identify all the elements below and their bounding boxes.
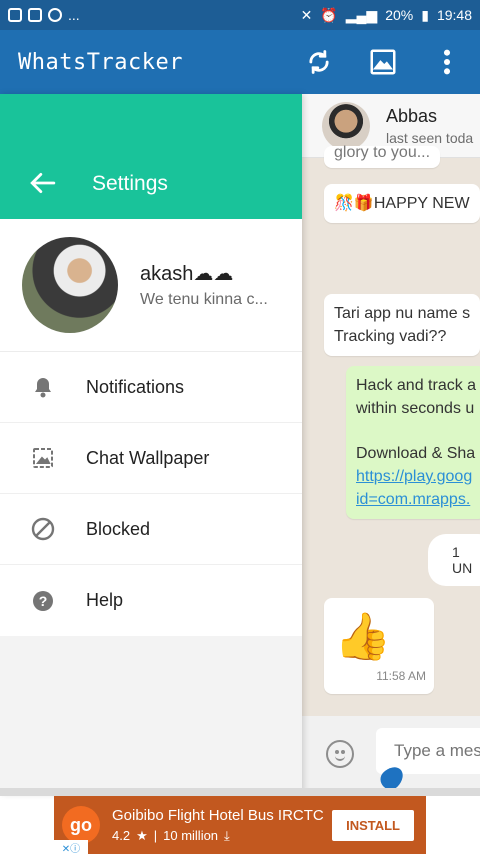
message-text: glory to you... <box>334 144 431 161</box>
battery-percent: 20% <box>385 7 414 23</box>
message-bubble[interactable]: 👍 11:58 AM <box>324 598 434 694</box>
divider <box>0 788 480 796</box>
chat-panel: Abbas last seen toda glory to you... 🎊🎁H… <box>302 94 480 794</box>
signal-icon: ▂▄▆ <box>345 6 378 23</box>
message-link[interactable]: id=com.mrapps. <box>356 488 476 511</box>
ad-logo: go <box>62 806 100 844</box>
menu-item-help[interactable]: ? Help <box>0 565 302 636</box>
adchoices-icon[interactable]: ✕ⓘ <box>54 840 88 854</box>
star-icon: ★ <box>136 827 148 843</box>
block-icon <box>30 516 56 542</box>
status-bar: ... ✕ ⏰ ▂▄▆ 20% ▮ 19:48 <box>0 0 480 30</box>
message-text: within seconds u <box>356 400 475 417</box>
install-button[interactable]: INSTALL <box>332 809 414 841</box>
profile-avatar[interactable] <box>22 237 118 333</box>
wallpaper-button[interactable] <box>368 47 398 77</box>
separator: | <box>153 828 158 843</box>
drawer-header: Settings <box>0 94 302 219</box>
menu-item-chat-wallpaper[interactable]: Chat Wallpaper <box>0 423 302 494</box>
message-text: Tracking vadi?? <box>334 328 447 345</box>
message-bubble[interactable]: 🎊🎁HAPPY NEW <box>324 184 480 223</box>
message-bubble-outgoing[interactable]: Hack and track a within seconds u Downlo… <box>346 366 480 519</box>
ad-title: Goibibo Flight Hotel Bus IRCTC <box>112 806 324 824</box>
more-notifications-indicator: ... <box>68 7 80 23</box>
message-text: Download & Sha <box>356 445 476 462</box>
overflow-menu-button[interactable] <box>432 47 462 77</box>
contact-avatar[interactable] <box>322 101 370 150</box>
app-title: WhatsTracker <box>18 49 183 75</box>
menu-item-notifications[interactable]: Notifications <box>0 352 302 423</box>
image-icon <box>370 49 396 75</box>
wallpaper-icon <box>30 445 56 471</box>
bell-icon <box>30 374 56 400</box>
emoji-button[interactable] <box>326 740 354 768</box>
profile-name: akash☁☁ <box>140 263 234 285</box>
message-text: Tari app nu name s <box>334 305 471 322</box>
gallery-notification-icon <box>8 8 22 22</box>
more-vert-icon <box>443 49 451 75</box>
message-bubble[interactable]: Tari app nu name s Tracking vadi?? <box>324 294 480 356</box>
app-bar: WhatsTracker <box>0 30 480 94</box>
refresh-icon <box>309 50 329 74</box>
settings-drawer: Settings akash☁☁ We tenu kinna c... Noti… <box>0 94 302 794</box>
ad-banner[interactable]: go Goibibo Flight Hotel Bus IRCTC 4.2 ★ … <box>54 796 426 854</box>
menu-item-label: Notifications <box>86 376 185 397</box>
svg-text:?: ? <box>39 593 48 609</box>
contact-name: Abbas <box>386 105 438 126</box>
settings-menu: Notifications Chat Wallpaper Blocked ? H… <box>0 352 302 636</box>
message-text: 🎊🎁HAPPY NEW <box>334 195 470 212</box>
message-composer <box>302 716 480 794</box>
drawer-title: Settings <box>92 172 168 195</box>
refresh-button[interactable] <box>304 47 334 77</box>
ad-rating: 4.2 <box>112 828 131 843</box>
alarm-icon: ⏰ <box>320 6 338 23</box>
menu-item-label: Blocked <box>86 518 151 539</box>
menu-item-blocked[interactable]: Blocked <box>0 494 302 565</box>
instagram-notification-icon <box>28 8 42 22</box>
message-time: 11:58 AM <box>376 669 426 683</box>
date-separator: 1 UN <box>428 534 480 586</box>
message-bubble[interactable]: glory to you... <box>324 144 441 168</box>
thumbs-up-emoji: 👍 <box>334 610 392 662</box>
menu-item-label: Help <box>86 590 124 610</box>
download-icon: ⤓ <box>224 827 230 843</box>
message-text: Hack and track a <box>356 377 477 394</box>
battery-icon: ▮ <box>421 6 429 23</box>
profile-card[interactable]: akash☁☁ We tenu kinna c... <box>0 219 302 352</box>
mute-icon: ✕ <box>300 6 313 23</box>
back-arrow-icon[interactable] <box>30 172 56 194</box>
profile-status: We tenu kinna c... <box>140 291 268 308</box>
help-icon: ? <box>30 588 56 614</box>
whatsapp-notification-icon <box>48 8 62 22</box>
message-link[interactable]: https://play.goog <box>356 465 476 488</box>
clock: 19:48 <box>436 7 472 23</box>
ad-downloads: 10 million <box>163 828 219 843</box>
menu-item-label: Chat Wallpaper <box>86 447 210 468</box>
